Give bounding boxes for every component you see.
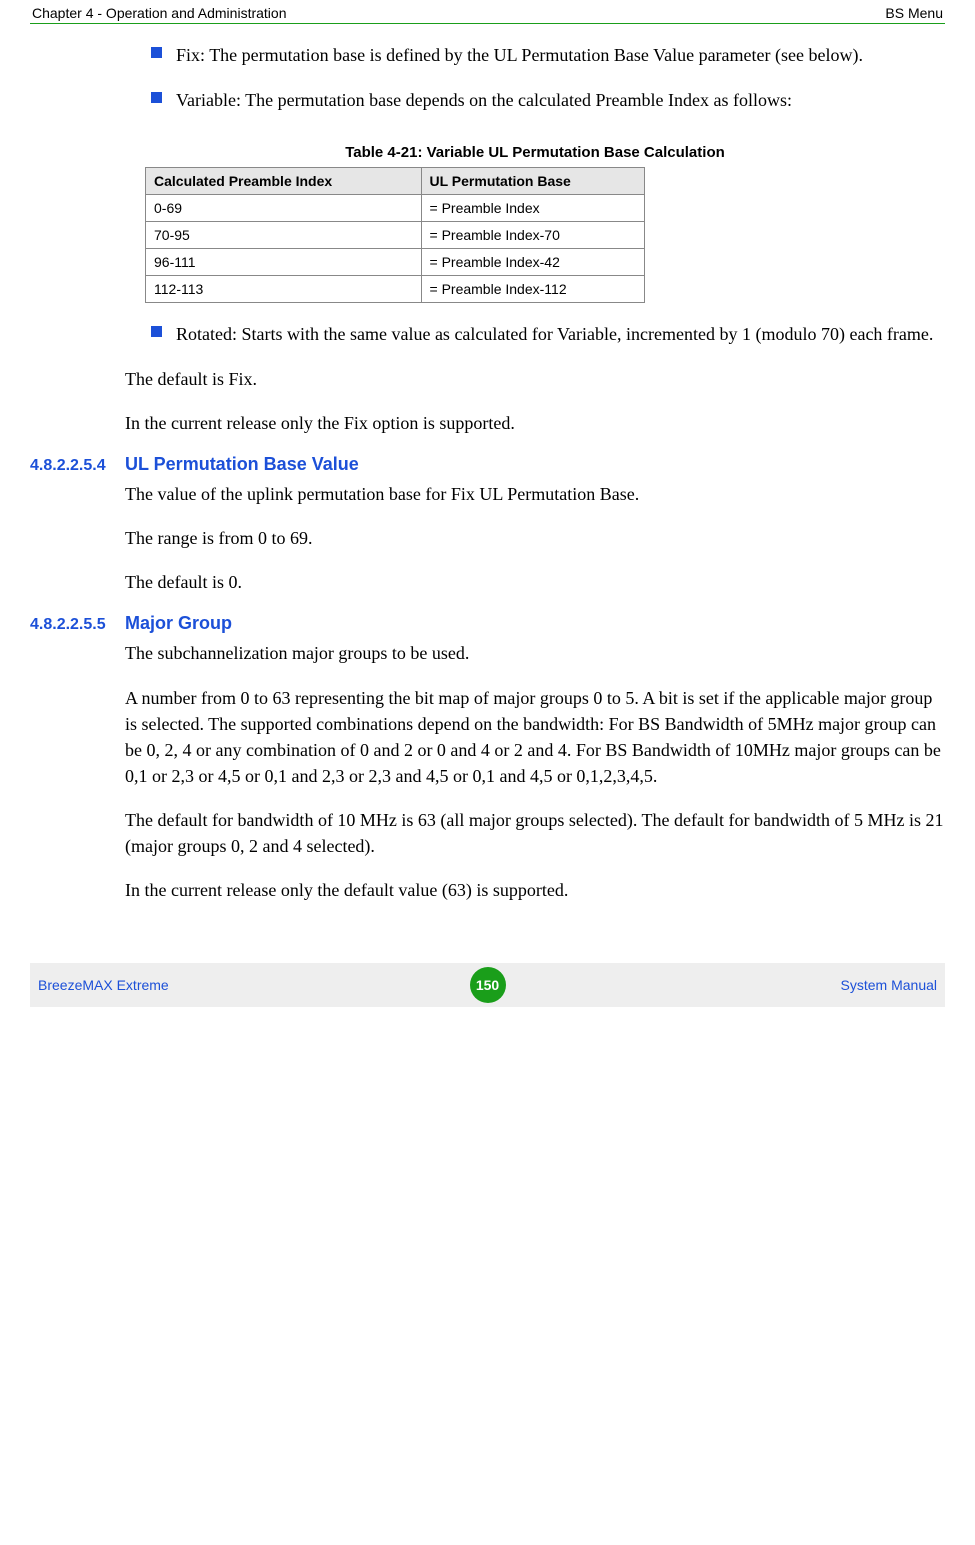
header-section: BS Menu [885,5,943,21]
paragraph: A number from 0 to 63 representing the b… [125,685,945,789]
table-cell: = Preamble Index-42 [421,249,645,276]
table-cell: = Preamble Index-112 [421,276,645,303]
bullet-text: Fix: The permutation base is defined by … [176,42,863,69]
square-bullet-icon [151,92,162,103]
table-cell: 70-95 [146,222,422,249]
table-cell: 96-111 [146,249,422,276]
section-number: 4.8.2.2.5.5 [30,616,125,634]
footer-doc-title: System Manual [506,977,938,993]
table-cell: = Preamble Index [421,195,645,222]
page-footer: BreezeMAX Extreme 150 System Manual [30,963,945,1007]
bullet-item: Variable: The permutation base depends o… [151,87,945,114]
table-header-row: Calculated Preamble Index UL Permutation… [146,168,645,195]
bullet-item: Fix: The permutation base is defined by … [151,42,945,69]
paragraph: The default is 0. [125,569,945,595]
bullet-text: Rotated: Starts with the same value as c… [176,321,933,348]
bullet-text: Variable: The permutation base depends o… [176,87,792,114]
square-bullet-icon [151,47,162,58]
table-caption: Table 4-21: Variable UL Permutation Base… [125,144,945,161]
paragraph: The default for bandwidth of 10 MHz is 6… [125,807,945,859]
section-title: Major Group [125,613,232,634]
table-cell: 112-113 [146,276,422,303]
paragraph: The default is Fix. [125,366,945,392]
square-bullet-icon [151,326,162,337]
table-row: 70-95 = Preamble Index-70 [146,222,645,249]
table-header-cell: Calculated Preamble Index [146,168,422,195]
bullet-item: Rotated: Starts with the same value as c… [151,321,945,348]
table-header-cell: UL Permutation Base [421,168,645,195]
section-number: 4.8.2.2.5.4 [30,457,125,475]
section-heading: 4.8.2.2.5.4 UL Permutation Base Value [30,454,945,475]
table-cell: = Preamble Index-70 [421,222,645,249]
paragraph: In the current release only the Fix opti… [125,410,945,436]
paragraph: In the current release only the default … [125,877,945,903]
section-heading: 4.8.2.2.5.5 Major Group [30,613,945,634]
paragraph: The range is from 0 to 69. [125,525,945,551]
paragraph: The subchannelization major groups to be… [125,640,945,666]
permutation-table: Calculated Preamble Index UL Permutation… [145,167,645,303]
section-title: UL Permutation Base Value [125,454,359,475]
header-chapter: Chapter 4 - Operation and Administration [32,5,286,21]
page-number-badge: 150 [470,967,506,1003]
page-header: Chapter 4 - Operation and Administration… [30,0,945,24]
table-row: 112-113 = Preamble Index-112 [146,276,645,303]
table-row: 0-69 = Preamble Index [146,195,645,222]
paragraph: The value of the uplink permutation base… [125,481,945,507]
table-row: 96-111 = Preamble Index-42 [146,249,645,276]
table-cell: 0-69 [146,195,422,222]
footer-product: BreezeMAX Extreme [38,977,470,993]
